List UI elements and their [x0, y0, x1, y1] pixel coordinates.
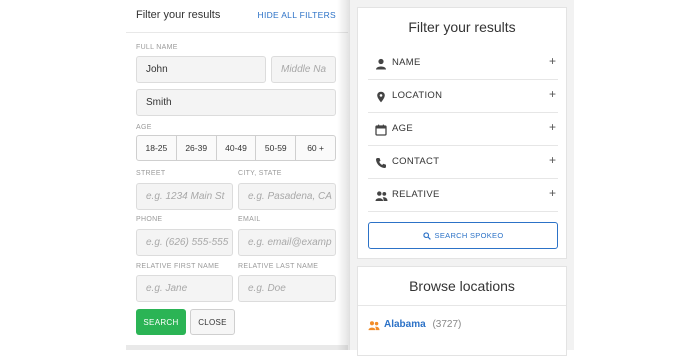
- filter-row-label: CONTACT: [392, 156, 440, 167]
- filter-row-relative[interactable]: RELATIVE +: [368, 178, 558, 212]
- expand-plus-icon[interactable]: +: [549, 186, 556, 200]
- filter-row-name[interactable]: NAME +: [368, 46, 558, 80]
- left-filter-panel: Filter your results HIDE ALL FILTERS FUL…: [126, 0, 348, 350]
- person-icon: [375, 57, 387, 70]
- phone-input[interactable]: e.g. (626) 555-555: [136, 229, 233, 256]
- search-spokeo-label: SEARCH SPOKEO: [434, 231, 504, 240]
- hide-all-filters-link[interactable]: HIDE ALL FILTERS: [258, 10, 337, 20]
- browse-divider: [358, 305, 566, 306]
- last-name-input[interactable]: Smith: [136, 89, 336, 116]
- relative-last-name-label: RELATIVE LAST NAME: [238, 263, 319, 270]
- age-selector: 18-25 26-39 40-49 50-59 60 +: [136, 135, 336, 161]
- relative-last-name-input[interactable]: e.g. Doe: [238, 275, 336, 302]
- location-pin-icon: [375, 90, 387, 103]
- middle-name-input[interactable]: Middle Na: [271, 56, 336, 83]
- filter-row-label: NAME: [392, 57, 421, 68]
- left-panel-header: Filter your results HIDE ALL FILTERS: [126, 0, 348, 33]
- first-name-input[interactable]: John: [136, 56, 266, 83]
- phone-icon: [375, 156, 387, 168]
- street-input[interactable]: e.g. 1234 Main St: [136, 183, 233, 210]
- full-name-label: FULL NAME: [136, 44, 178, 51]
- filter-row-age[interactable]: AGE +: [368, 112, 558, 146]
- email-input[interactable]: e.g. email@examp: [238, 229, 336, 256]
- relative-first-name-input[interactable]: e.g. Jane: [136, 275, 233, 302]
- relative-first-name-label: RELATIVE FIRST NAME: [136, 263, 220, 270]
- close-button[interactable]: CLOSE: [190, 309, 235, 335]
- city-state-input[interactable]: e.g. Pasadena, CA: [238, 183, 336, 210]
- filter-row-location[interactable]: LOCATION +: [368, 79, 558, 113]
- browse-locations-title: Browse locations: [409, 278, 515, 294]
- filter-row-label: RELATIVE: [392, 189, 440, 200]
- filter-row-label: LOCATION: [392, 90, 443, 101]
- filter-row-contact[interactable]: CONTACT +: [368, 145, 558, 179]
- search-button[interactable]: SEARCH: [136, 309, 186, 335]
- expand-plus-icon[interactable]: +: [549, 54, 556, 68]
- filter-card: Filter your results NAME + LOCATION + AG…: [357, 7, 567, 259]
- street-label: STREET: [136, 170, 166, 177]
- city-state-label: CITY, STATE: [238, 170, 282, 177]
- people-icon: [375, 189, 388, 201]
- search-icon: [422, 231, 431, 240]
- location-name-link[interactable]: Alabama: [384, 319, 426, 330]
- age-option-40-49[interactable]: 40-49: [217, 136, 257, 160]
- calendar-icon: [375, 123, 387, 136]
- left-panel-footer: [126, 345, 348, 350]
- location-count: (3727): [432, 319, 462, 330]
- phone-label: PHONE: [136, 216, 163, 223]
- browse-locations-card: Browse locations Alabama (3727): [357, 266, 567, 356]
- filter-card-title: Filter your results: [408, 19, 516, 35]
- filter-row-label: AGE: [392, 123, 413, 134]
- age-option-26-39[interactable]: 26-39: [177, 136, 217, 160]
- left-panel-title: Filter your results: [136, 9, 221, 21]
- right-filter-panel: Filter your results NAME + LOCATION + AG…: [350, 0, 574, 356]
- location-item[interactable]: Alabama (3727): [368, 319, 462, 331]
- age-option-60-plus[interactable]: 60 +: [296, 136, 335, 160]
- age-option-18-25[interactable]: 18-25: [137, 136, 177, 160]
- age-label: AGE: [136, 124, 152, 131]
- expand-plus-icon[interactable]: +: [549, 120, 556, 134]
- expand-plus-icon[interactable]: +: [549, 153, 556, 167]
- search-spokeo-button[interactable]: SEARCH SPOKEO: [368, 222, 558, 249]
- expand-plus-icon[interactable]: +: [549, 87, 556, 101]
- people-icon: [368, 320, 380, 334]
- email-label: EMAIL: [238, 216, 261, 223]
- age-option-50-59[interactable]: 50-59: [256, 136, 297, 160]
